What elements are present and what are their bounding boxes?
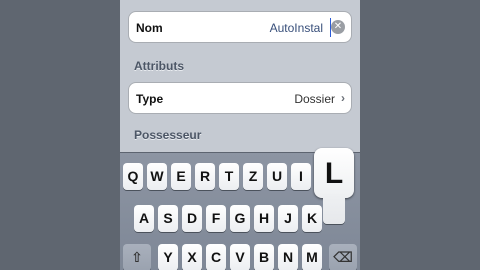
key-y[interactable]: Y [158, 244, 178, 270]
key-l-popup: L [314, 148, 354, 228]
key-j[interactable]: J [278, 205, 298, 232]
key-f[interactable]: F [206, 205, 226, 232]
key-m[interactable]: M [302, 244, 322, 270]
key-d[interactable]: D [182, 205, 202, 232]
key-q[interactable]: Q [123, 163, 143, 190]
key-n[interactable]: N [278, 244, 298, 270]
type-row[interactable]: Type Dossier › [128, 82, 352, 114]
pressed-key-label: L [314, 148, 354, 198]
owner-header: Possesseur [134, 128, 202, 142]
key-w[interactable]: W [147, 163, 167, 190]
shift-key[interactable]: ⇧ [123, 244, 151, 270]
name-input[interactable]: AutoInstal [270, 21, 323, 35]
key-i[interactable]: I [291, 163, 311, 190]
attributes-header: Attributs [134, 59, 184, 73]
pressed-key-stem [323, 194, 345, 224]
name-field[interactable]: Nom AutoInstal ✕ [128, 11, 352, 43]
folder-info-form: Nom AutoInstal ✕ Attributs Type Dossier … [120, 0, 360, 155]
key-a[interactable]: A [134, 205, 154, 232]
key-t[interactable]: T [219, 163, 239, 190]
phone-screen: Nom AutoInstal ✕ Attributs Type Dossier … [120, 0, 360, 270]
key-b[interactable]: B [254, 244, 274, 270]
clear-icon[interactable]: ✕ [331, 20, 345, 34]
key-h[interactable]: H [254, 205, 274, 232]
key-u[interactable]: U [267, 163, 287, 190]
chevron-right-icon: › [341, 91, 345, 105]
key-e[interactable]: E [171, 163, 191, 190]
key-r[interactable]: R [195, 163, 215, 190]
key-s[interactable]: S [158, 205, 178, 232]
type-label: Type [136, 92, 164, 106]
type-value: Dossier [294, 92, 335, 106]
name-label: Nom [136, 21, 163, 35]
key-g[interactable]: G [230, 205, 250, 232]
delete-key[interactable]: ⌫ [329, 244, 357, 270]
key-v[interactable]: V [230, 244, 250, 270]
key-c[interactable]: C [206, 244, 226, 270]
key-x[interactable]: X [182, 244, 202, 270]
key-z[interactable]: Z [243, 163, 263, 190]
